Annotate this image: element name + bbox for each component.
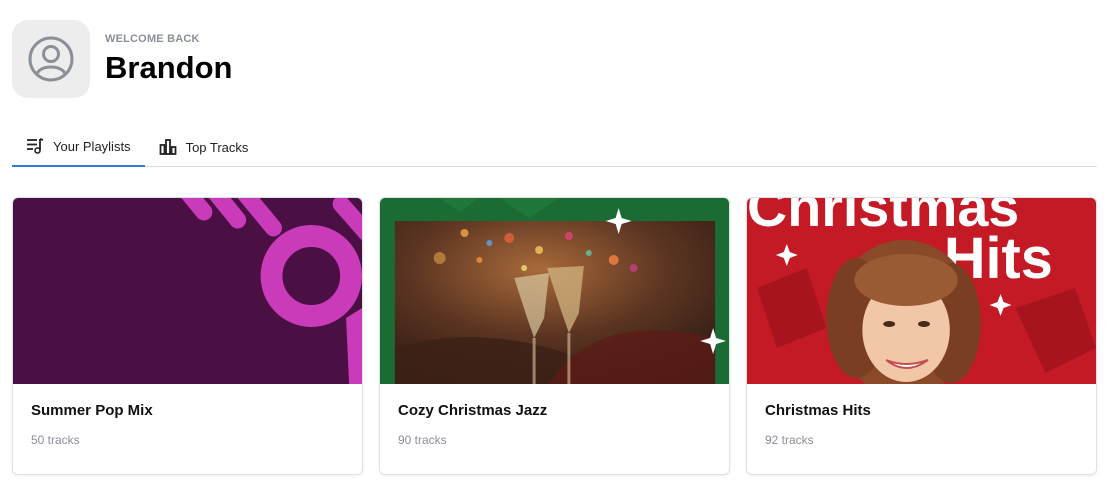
playlist-title: Summer Pop Mix — [31, 402, 153, 419]
tab-top-tracks[interactable]: Top Tracks — [145, 127, 263, 167]
playlist-cover — [13, 198, 362, 384]
welcome-eyebrow: WELCOME BACK — [105, 32, 200, 45]
profile-header: WELCOME BACK Brandon — [12, 20, 232, 98]
playlist-cover — [380, 198, 729, 384]
tab-label: Top Tracks — [185, 139, 249, 155]
avatar[interactable] — [12, 20, 90, 98]
playlist-icon — [27, 138, 44, 154]
user-circle-icon — [28, 36, 74, 82]
tab-label: Your Playlists — [53, 138, 131, 154]
tab-your-playlists[interactable]: Your Playlists — [12, 127, 145, 167]
tab-bar: Your Playlists Top Tracks — [12, 127, 1097, 167]
user-name: Brandon — [105, 49, 233, 85]
playlist-grid: Summer Pop Mix 50 tracks Cozy Christmas … — [12, 197, 1097, 475]
playlist-card-cozy-christmas-jazz[interactable]: Cozy Christmas Jazz 90 tracks — [379, 197, 730, 475]
playlist-card-summer-pop-mix[interactable]: Summer Pop Mix 50 tracks — [12, 197, 363, 475]
playlist-track-count: 92 tracks — [765, 433, 814, 447]
playlist-track-count: 50 tracks — [31, 433, 80, 447]
playlist-card-christmas-hits[interactable]: Christmas Hits Christmas Hits 92 tracks — [746, 197, 1097, 475]
playlist-track-count: 90 tracks — [398, 433, 447, 447]
playlist-cover: Christmas Hits — [747, 198, 1096, 384]
playlist-title: Christmas Hits — [765, 402, 871, 419]
greeting: WELCOME BACK Brandon — [105, 33, 232, 85]
bar-chart-icon — [159, 139, 176, 155]
playlist-title: Cozy Christmas Jazz — [398, 402, 548, 419]
